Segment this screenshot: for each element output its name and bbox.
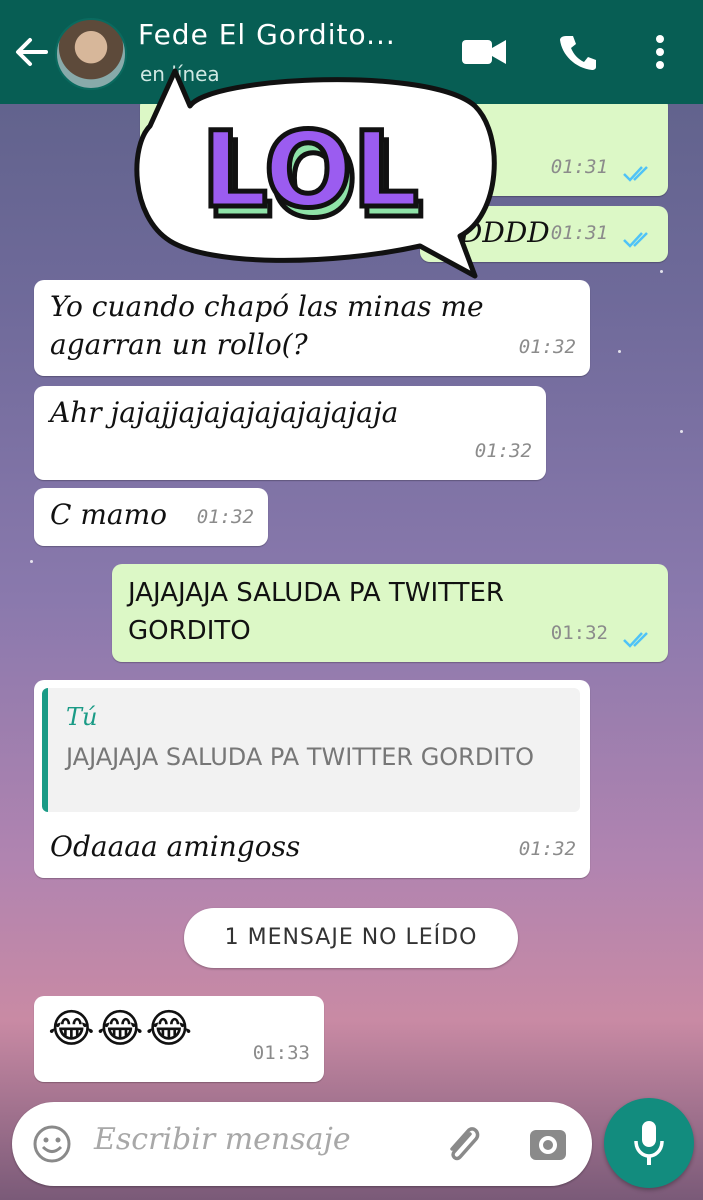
- background-star: [660, 270, 663, 273]
- voice-message-button[interactable]: [604, 1098, 694, 1188]
- lol-sticker[interactable]: LOL LOL: [130, 66, 500, 286]
- message-bubble-outgoing[interactable]: JAJAJAJA SALUDA PA TWITTER GORDITO 01:32: [112, 564, 668, 662]
- message-bubble-incoming[interactable]: 😂😂😂 01:33: [34, 996, 324, 1082]
- message-text: Odaaaa amingoss: [50, 830, 301, 863]
- message-composer[interactable]: Escribir mensaje: [12, 1102, 592, 1186]
- message-time: 01:32: [550, 622, 608, 644]
- message-time: 01:31: [550, 156, 608, 178]
- message-time: 01:32: [196, 506, 254, 528]
- back-arrow-icon[interactable]: [12, 30, 52, 74]
- quoted-text: JAJAJAJA SALUDA PA TWITTER GORDITO: [66, 743, 534, 771]
- quoted-message[interactable]: Tú JAJAJAJA SALUDA PA TWITTER GORDITO: [42, 688, 580, 812]
- phone-call-icon[interactable]: [558, 32, 598, 72]
- message-text: Ahr jajajjajajajajajajajaja: [50, 396, 399, 429]
- unread-messages-banner: 1 MENSAJE NO LEÍDO: [184, 908, 518, 968]
- message-bubble-incoming[interactable]: Yo cuando chapó las minas me agarran un …: [34, 280, 590, 376]
- more-options-icon[interactable]: [654, 34, 666, 70]
- read-receipt-icon: [623, 632, 648, 648]
- message-time: 01:32: [474, 440, 532, 462]
- attach-icon[interactable]: [442, 1122, 482, 1166]
- background-star: [680, 430, 683, 433]
- background-star: [618, 350, 621, 353]
- message-text: Yo cuando chapó las minas me agarran un …: [50, 290, 484, 361]
- sticker-text: LOL: [201, 109, 418, 231]
- emoji-icon[interactable]: [32, 1124, 72, 1164]
- contact-name[interactable]: Fede El Gordito...: [138, 18, 396, 51]
- message-time: 01:31: [550, 222, 608, 244]
- background-star: [30, 560, 33, 563]
- video-call-icon[interactable]: [462, 38, 506, 66]
- message-time: 01:33: [252, 1042, 310, 1064]
- message-bubble-incoming-reply[interactable]: Tú JAJAJAJA SALUDA PA TWITTER GORDITO Od…: [34, 680, 590, 878]
- contact-avatar[interactable]: [55, 18, 127, 90]
- message-time: 01:32: [518, 838, 576, 860]
- message-text: JAJAJAJA SALUDA PA TWITTER GORDITO: [128, 578, 504, 646]
- read-receipt-icon: [623, 166, 648, 182]
- message-time: 01:32: [518, 336, 576, 358]
- message-text: C mamo: [50, 498, 167, 531]
- quoted-author: Tú: [66, 703, 98, 731]
- microphone-icon: [634, 1121, 664, 1165]
- message-bubble-incoming[interactable]: Ahr jajajjajajajajajajajaja 01:32: [34, 386, 546, 480]
- camera-icon[interactable]: [528, 1124, 568, 1164]
- message-bubble-incoming[interactable]: C mamo 01:32: [34, 488, 268, 546]
- message-input-placeholder[interactable]: Escribir mensaje: [94, 1122, 351, 1157]
- message-emoji-text: 😂😂😂: [48, 1006, 195, 1052]
- read-receipt-icon: [623, 232, 648, 248]
